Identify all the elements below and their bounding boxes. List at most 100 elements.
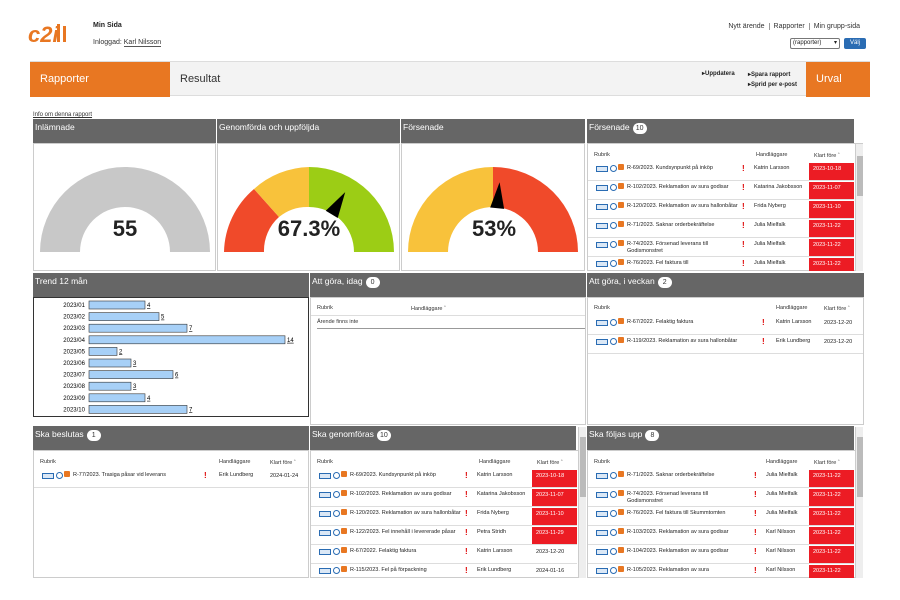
magnifier-icon[interactable] <box>333 567 340 574</box>
rapporter-tab[interactable]: Rapporter <box>30 62 170 97</box>
col-rubrik[interactable]: Rubrik <box>594 459 610 465</box>
col-klart-fore[interactable]: Klart före ˆ <box>814 460 840 466</box>
case-icon[interactable] <box>319 473 331 479</box>
bar-value-label[interactable]: 5 <box>161 315 165 321</box>
list-item[interactable]: R-103/2023. Reklamation av sura godisar!… <box>588 527 854 545</box>
scrollbar[interactable] <box>855 427 863 578</box>
col-klart-fore[interactable]: Klart före ˆ <box>814 153 840 159</box>
col-handlaggare[interactable]: Handläggare <box>479 459 511 465</box>
scroll-thumb[interactable] <box>580 437 586 497</box>
case-icon[interactable] <box>596 492 608 498</box>
magnifier-icon[interactable] <box>610 548 617 555</box>
send-email-button[interactable]: ▸Sprid per e-post <box>748 80 797 90</box>
case-icon[interactable] <box>596 185 608 191</box>
update-button[interactable]: ▸Uppdatera <box>702 70 735 77</box>
bar-value-label[interactable]: 7 <box>189 326 193 332</box>
case-icon[interactable] <box>319 568 331 574</box>
col-klart-fore[interactable]: Klart före ˆ <box>537 460 563 466</box>
magnifier-icon[interactable] <box>610 567 617 574</box>
magnifier-icon[interactable] <box>333 491 340 498</box>
bar-value-label[interactable]: 7 <box>189 407 193 413</box>
case-icon[interactable] <box>596 204 608 210</box>
magnifier-icon[interactable] <box>610 529 617 536</box>
magnifier-icon[interactable] <box>333 472 340 479</box>
trend-bar[interactable] <box>88 300 146 310</box>
trend-bar[interactable] <box>88 358 132 368</box>
trend-bar[interactable] <box>88 393 146 403</box>
case-title[interactable]: R-69/2023. Kundsynpunkt på inköp <box>350 472 465 479</box>
save-report-button[interactable]: ▸Spara rapport <box>748 70 797 80</box>
magnifier-icon[interactable] <box>56 472 63 479</box>
list-item[interactable]: R-71/2023. Saknar orderbekräftelse! Julia… <box>588 470 854 488</box>
case-title[interactable]: R-71/2023. Saknar orderbekräftelse <box>627 222 742 229</box>
list-item[interactable]: R-119/2023. Reklamation av sura hallonbå… <box>588 336 863 354</box>
min-sida-label[interactable]: Min Sida <box>93 22 122 29</box>
case-title[interactable]: R-67/2022. Felaktig faktura <box>350 548 465 555</box>
scroll-thumb[interactable] <box>857 437 863 497</box>
case-icon[interactable] <box>319 530 331 536</box>
list-item[interactable]: R-77/2023. Trasiga påsar vid leverans! Er… <box>34 470 308 488</box>
magnifier-icon[interactable] <box>333 510 340 517</box>
list-item[interactable]: R-122/2023. Fel innehåll i levererade på… <box>311 527 577 545</box>
col-klart-fore[interactable]: Klart före ˆ <box>824 306 850 312</box>
list-item[interactable]: R-120/2023. Reklamation av sura hallonbå… <box>311 508 577 526</box>
magnifier-icon[interactable] <box>333 548 340 555</box>
magnifier-icon[interactable] <box>610 491 617 498</box>
list-item[interactable]: R-69/2023. Kundsynpunkt på inköp! Katrin … <box>588 163 854 181</box>
case-icon[interactable] <box>596 473 608 479</box>
col-rubrik[interactable]: Rubrik <box>40 459 56 465</box>
case-icon[interactable] <box>596 549 608 555</box>
list-item[interactable]: R-67/2022. Felaktig faktura! Katrin Larss… <box>588 317 863 335</box>
magnifier-icon[interactable] <box>610 472 617 479</box>
list-item[interactable]: R-69/2023. Kundsynpunkt på inköp! Katrin … <box>311 470 577 488</box>
report-select[interactable]: (rapporter) ▾ <box>790 38 840 49</box>
case-title[interactable]: R-105/2023. Reklamation av sura <box>627 567 742 574</box>
case-icon[interactable] <box>596 530 608 536</box>
bar-value-label[interactable]: 3 <box>133 361 137 367</box>
case-icon[interactable] <box>596 166 608 172</box>
magnifier-icon[interactable] <box>610 338 617 345</box>
case-title[interactable]: R-103/2023. Reklamation av sura godisar <box>627 529 742 536</box>
col-handlaggare[interactable]: Handläggare <box>776 305 808 311</box>
case-icon[interactable] <box>596 320 608 326</box>
case-title[interactable]: R-71/2023. Saknar orderbekräftelse <box>627 472 742 479</box>
col-handlaggare[interactable]: Handläggare <box>219 459 251 465</box>
urval-tab[interactable]: Urval <box>806 62 870 97</box>
choose-button[interactable]: Välj <box>844 38 866 49</box>
magnifier-icon[interactable] <box>610 184 617 191</box>
report-info-link[interactable]: Info om denna rapport <box>33 112 92 118</box>
case-title[interactable]: R-120/2023. Reklamation av sura hallonbå… <box>627 203 742 210</box>
list-item[interactable]: R-71/2023. Saknar orderbekräftelse! Julia… <box>588 220 854 238</box>
case-icon[interactable] <box>319 511 331 517</box>
top-link-nytt-arende[interactable]: Nytt ärende <box>724 23 768 30</box>
bar-value-label[interactable]: 2 <box>119 349 123 355</box>
case-icon[interactable] <box>596 223 608 229</box>
case-icon[interactable] <box>596 511 608 517</box>
trend-bar[interactable] <box>88 335 286 345</box>
magnifier-icon[interactable] <box>333 529 340 536</box>
case-icon[interactable] <box>596 242 608 248</box>
trend-bar[interactable] <box>88 370 174 379</box>
case-icon[interactable] <box>319 492 331 498</box>
trend-bar[interactable] <box>88 405 188 414</box>
magnifier-icon[interactable] <box>610 222 617 229</box>
magnifier-icon[interactable] <box>610 510 617 517</box>
top-link-rapporter[interactable]: Rapporter <box>768 23 809 30</box>
trend-bar[interactable] <box>88 312 160 321</box>
magnifier-icon[interactable] <box>610 241 617 248</box>
case-title[interactable]: R-119/2023. Reklamation av sura hallonbå… <box>627 338 742 345</box>
col-rubrik[interactable]: Rubrik <box>317 305 333 311</box>
bar-value-label[interactable]: 14 <box>287 338 294 344</box>
col-handlaggare[interactable]: Handläggare <box>766 459 798 465</box>
col-klart-fore[interactable]: Klart före ˆ <box>270 460 296 466</box>
case-title[interactable]: R-102/2023. Reklamation av sura godisar <box>350 491 465 498</box>
case-title[interactable]: R-122/2023. Fel innehåll i levererade på… <box>350 529 465 536</box>
bar-value-label[interactable]: 4 <box>147 396 151 402</box>
col-rubrik[interactable]: Rubrik <box>594 152 610 158</box>
list-item[interactable]: R-74/2023. Försenad leverans till Godism… <box>588 489 854 507</box>
magnifier-icon[interactable] <box>610 203 617 210</box>
col-rubrik[interactable]: Rubrik <box>317 459 333 465</box>
case-icon[interactable] <box>596 339 608 345</box>
list-item[interactable]: R-102/2023. Reklamation av sura godisar!… <box>311 489 577 507</box>
case-title[interactable]: R-74/2023. Försenad leverans till Godism… <box>627 491 742 505</box>
